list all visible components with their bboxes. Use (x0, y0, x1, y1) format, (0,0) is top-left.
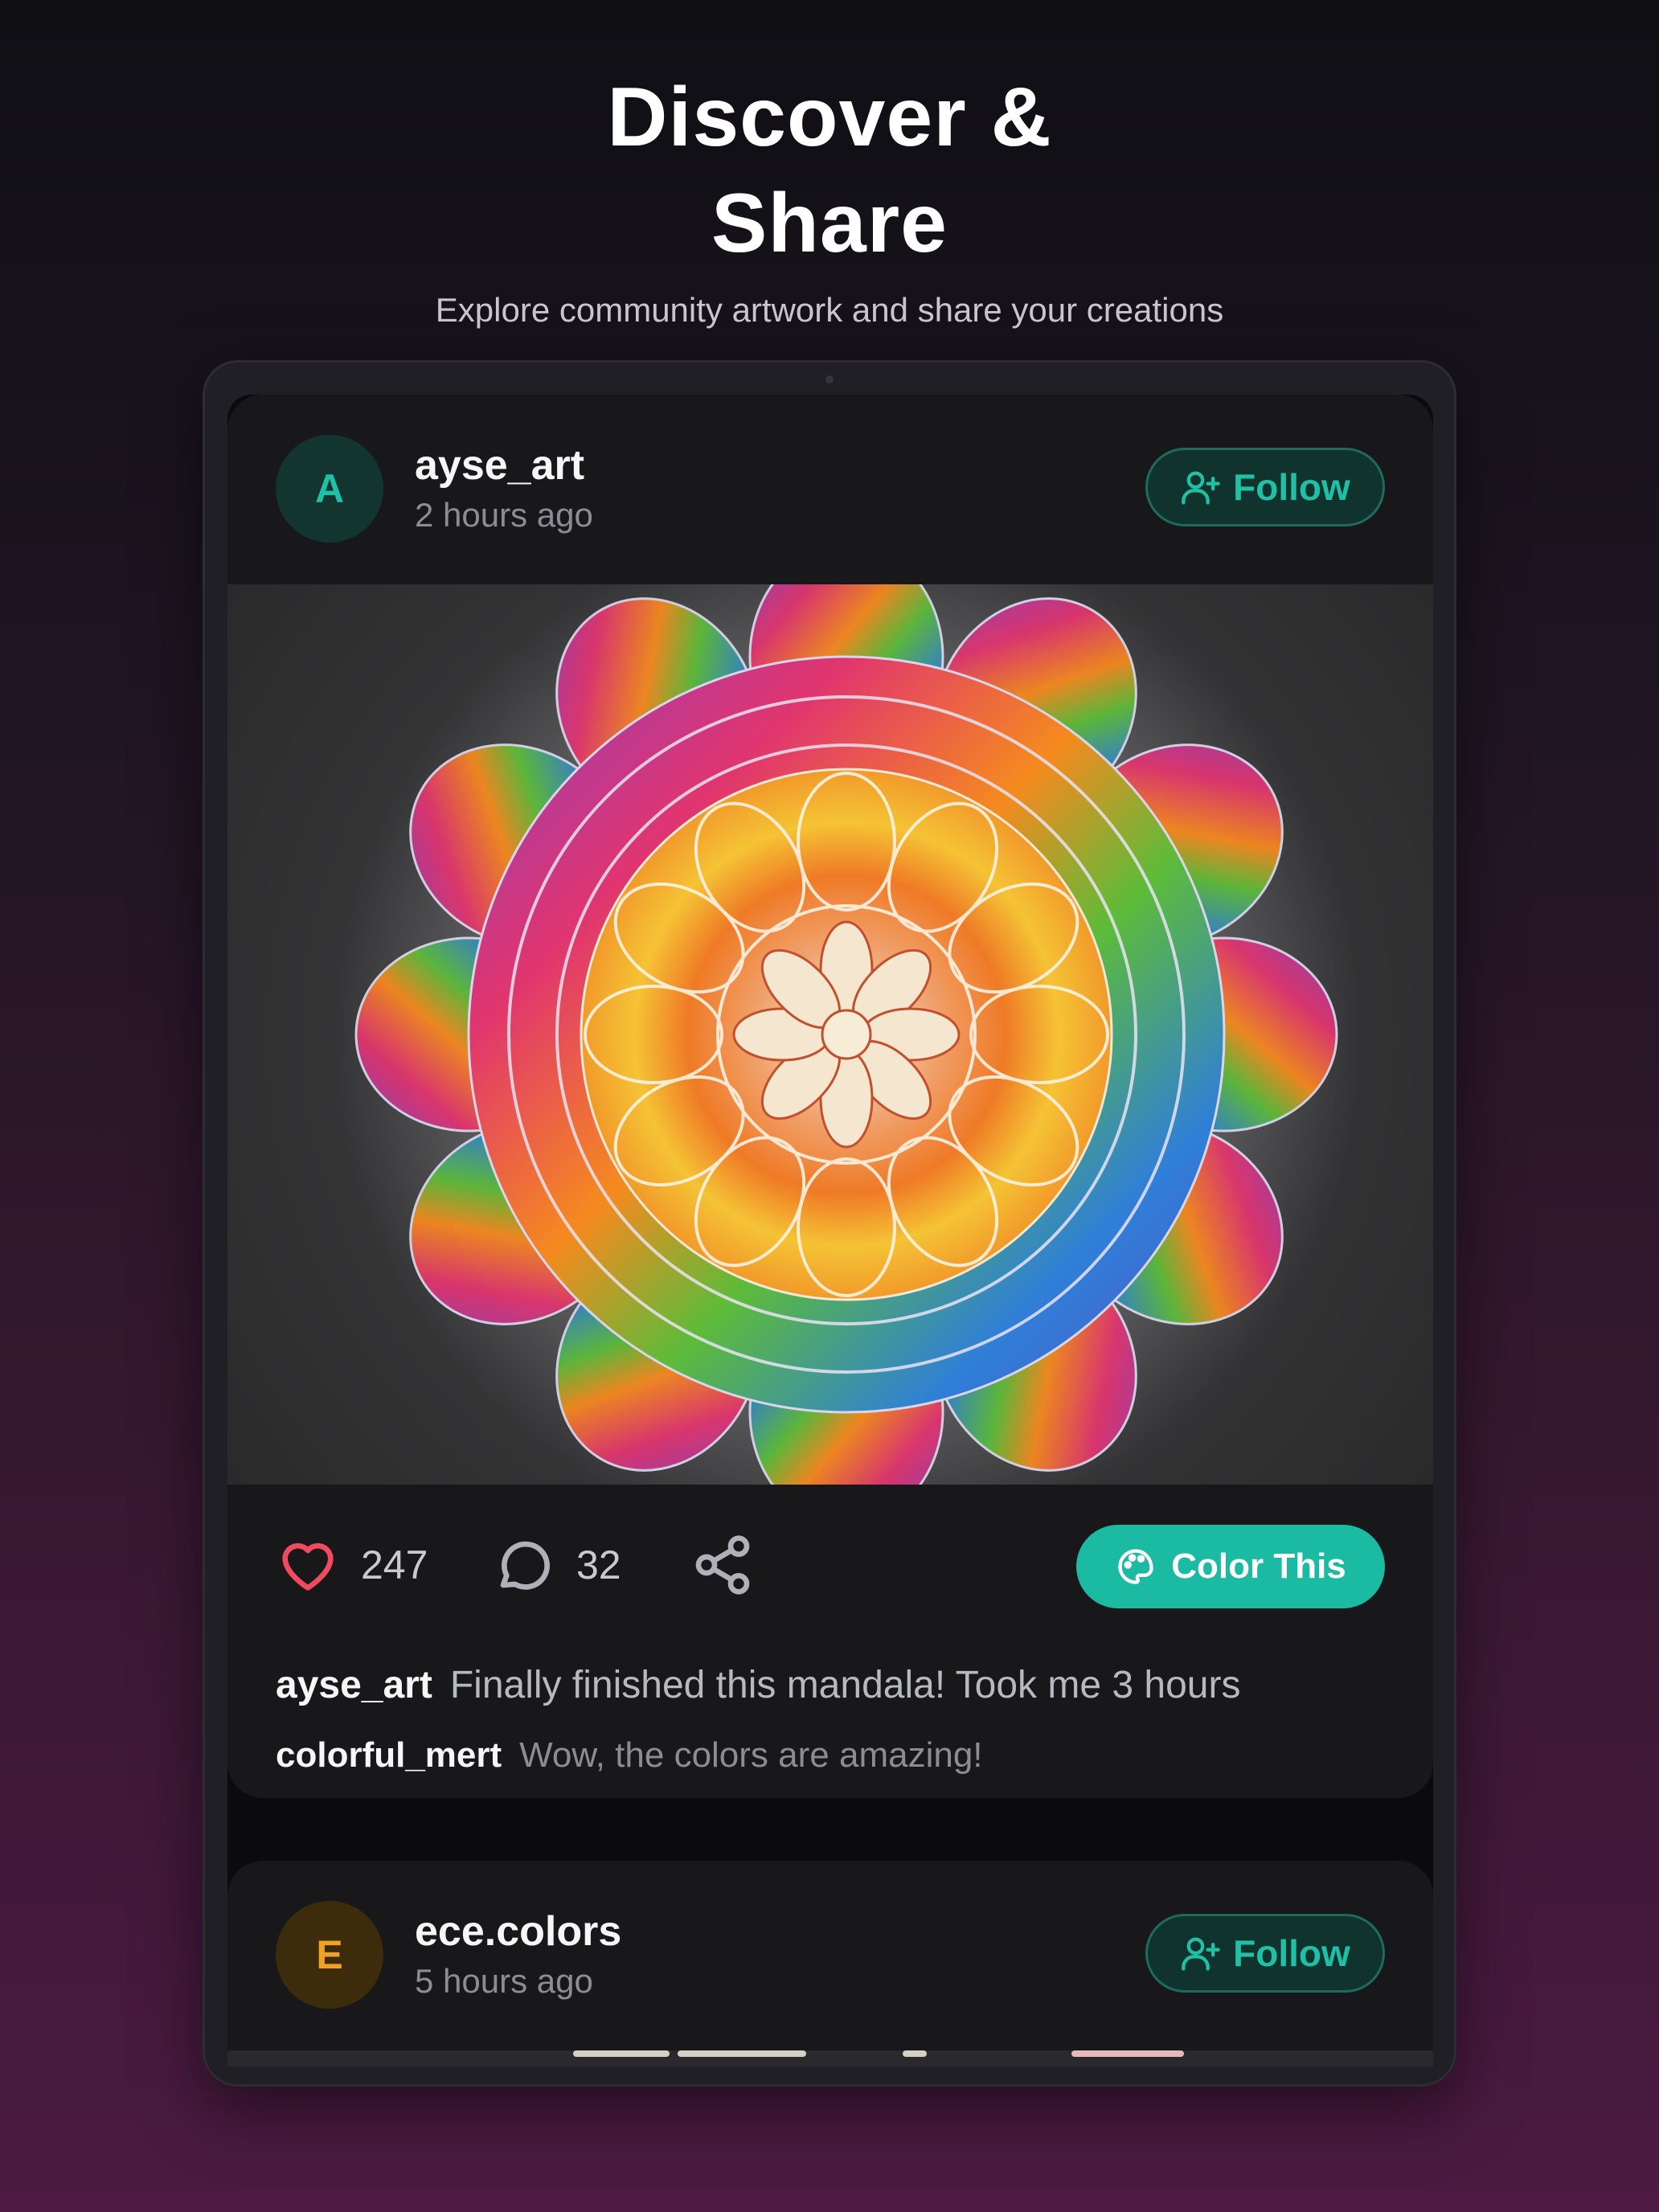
top-comment: colorful_mert Wow, the colors are amazing… (276, 1735, 983, 1776)
artwork-line (573, 2050, 670, 2057)
post-caption: ayse_art Finally finished this mandala! T… (276, 1663, 1240, 1707)
post-header: A ayse_art 2 hours ago Follow (227, 395, 1433, 584)
comment-count: 32 (576, 1542, 621, 1587)
hero-title-line-2: Share (711, 177, 948, 270)
avatar[interactable]: E (276, 1901, 383, 2009)
hero-title-line-1: Discover & (607, 71, 1052, 164)
color-this-button[interactable]: Color This (1076, 1525, 1385, 1608)
post-card: E ece.colors 5 hours ago Follow (227, 1861, 1433, 2067)
artwork-line (678, 2050, 806, 2057)
comment-text: Wow, the colors are amazing! (519, 1735, 983, 1775)
post-actions: 247 32 Color This (227, 1485, 1433, 1645)
post-artwork-preview[interactable] (227, 2050, 1433, 2067)
caption-username[interactable]: ayse_art (276, 1664, 432, 1706)
share-button[interactable] (690, 1533, 755, 1597)
post-timestamp: 5 hours ago (415, 1962, 593, 2000)
mandala-artwork-image (332, 584, 1361, 1485)
color-this-label: Color This (1171, 1546, 1346, 1586)
post-header: E ece.colors 5 hours ago Follow (227, 1861, 1433, 2050)
share-icon (695, 1535, 750, 1595)
palette-icon (1118, 1549, 1153, 1584)
heart-icon (282, 1542, 334, 1591)
like-button[interactable]: 247 (276, 1533, 428, 1597)
follow-button-label: Follow (1233, 466, 1350, 508)
comment-username[interactable]: colorful_mert (276, 1735, 502, 1775)
tablet-frame: A ayse_art 2 hours ago Follow 247 32 Col… (203, 360, 1456, 2087)
post-card: A ayse_art 2 hours ago Follow 247 32 Col… (227, 395, 1433, 1798)
like-count: 247 (361, 1542, 428, 1587)
follow-button-label: Follow (1233, 1932, 1350, 1974)
avatar[interactable]: A (276, 435, 383, 543)
post-username[interactable]: ece.colors (415, 1907, 621, 1956)
artwork-line (1071, 2050, 1184, 2057)
user-plus-icon (1182, 1937, 1221, 1971)
artwork-line (903, 2050, 927, 2057)
mandala-artwork[interactable] (227, 584, 1433, 1485)
hero-title: Discover & Share (0, 64, 1659, 276)
follow-button[interactable]: Follow (1145, 1914, 1385, 1993)
caption-text: Finally finished this mandala! Took me 3… (449, 1664, 1241, 1706)
comment-button[interactable]: 32 (491, 1533, 621, 1597)
post-username[interactable]: ayse_art (415, 441, 584, 490)
post-timestamp: 2 hours ago (415, 496, 593, 534)
user-plus-icon (1182, 471, 1221, 505)
speech-bubble-icon (500, 1541, 550, 1590)
hero-subtitle: Explore community artwork and share your… (435, 291, 1224, 329)
follow-button[interactable]: Follow (1145, 448, 1385, 526)
feed-screen[interactable]: A ayse_art 2 hours ago Follow 247 32 Col… (227, 395, 1433, 2067)
camera-dot (825, 375, 834, 383)
